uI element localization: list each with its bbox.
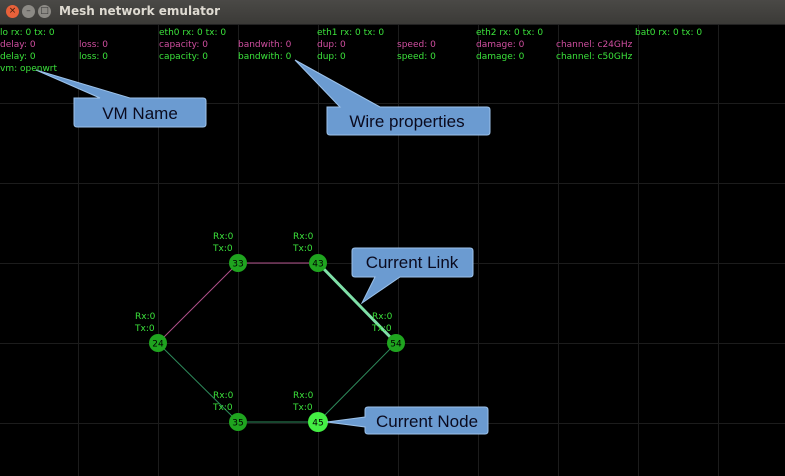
callout-vm-name-text: VM Name <box>102 104 178 123</box>
node-45-current[interactable]: 45 <box>308 412 328 432</box>
callout-vm-name: VM Name <box>35 69 207 128</box>
node-54[interactable]: 54 <box>387 334 405 352</box>
node-33-rx: Rx:0 <box>213 232 234 242</box>
maximize-button[interactable]: □ <box>38 5 51 18</box>
eth1-stats: eth1 rx: 0 tx: 0 <box>317 28 385 38</box>
row2-capacity: capacity: 0 <box>159 52 208 62</box>
row2-channel: channel: c50GHz <box>556 52 633 62</box>
callout-current-link-text: Current Link <box>366 253 459 272</box>
window-title: Mesh network emulator <box>59 4 221 18</box>
row1-channel: channel: c24GHz <box>556 40 633 50</box>
node-33-tx: Tx:0 <box>212 244 233 254</box>
callout-wire-properties-text: Wire properties <box>349 112 464 131</box>
row2-speed: speed: 0 <box>397 52 436 62</box>
row1-speed: speed: 0 <box>397 40 436 50</box>
node-33-label: 33 <box>232 260 243 270</box>
row2-bandwith: bandwith: 0 <box>238 52 292 62</box>
row2-dup: dup: 0 <box>317 52 346 62</box>
eth2-stats: eth2 rx: 0 tx: 0 <box>476 28 544 38</box>
node-54-label: 54 <box>390 340 402 350</box>
vm-name: vm: openwrt <box>0 64 58 74</box>
row1-damage: damage: 0 <box>476 40 525 50</box>
minimize-button[interactable]: – <box>22 5 35 18</box>
node-54-tx: Tx:0 <box>371 324 392 334</box>
row1-loss: loss: 0 <box>79 40 109 50</box>
network-graph[interactable]: Rx:0 Tx:0 Rx:0 Tx:0 Rx:0 Tx:0 Rx:0 Tx:0 … <box>0 25 785 476</box>
node-24-rx: Rx:0 <box>135 312 156 322</box>
bat0-stats: bat0 rx: 0 tx: 0 <box>635 28 703 38</box>
row2-delay: delay: 0 <box>0 52 36 62</box>
callout-current-node: Current Node <box>326 406 489 435</box>
row1-delay: delay: 0 <box>0 40 36 50</box>
node-35-label: 35 <box>232 419 243 429</box>
node-35[interactable]: 35 <box>229 413 247 431</box>
app-window: × – □ Mesh network emulator Rx:0 Tx:0 Rx… <box>0 0 785 476</box>
callout-wire-properties: Wire properties <box>294 59 491 136</box>
node-24[interactable]: 24 <box>149 334 167 352</box>
network-canvas[interactable]: Rx:0 Tx:0 Rx:0 Tx:0 Rx:0 Tx:0 Rx:0 Tx:0 … <box>0 25 785 476</box>
node-45-label: 45 <box>312 419 323 429</box>
node-43-label: 43 <box>312 260 323 270</box>
node-43-rx: Rx:0 <box>293 232 314 242</box>
link-33-24[interactable] <box>157 262 239 344</box>
title-bar: × – □ Mesh network emulator <box>0 0 785 25</box>
node-45-tx: Tx:0 <box>292 403 313 413</box>
node-35-rx: Rx:0 <box>213 391 234 401</box>
node-54-rx: Rx:0 <box>372 312 393 322</box>
close-button[interactable]: × <box>6 5 19 18</box>
callout-current-link: Current Link <box>351 247 474 305</box>
node-35-tx: Tx:0 <box>212 403 233 413</box>
eth0-stats: eth0 rx: 0 tx: 0 <box>159 28 227 38</box>
node-24-label: 24 <box>152 340 164 350</box>
node-33[interactable]: 33 <box>229 254 247 272</box>
row1-bandwith: bandwith: 0 <box>238 40 292 50</box>
lo-stats: lo rx: 0 tx: 0 <box>0 28 55 38</box>
row1-capacity: capacity: 0 <box>159 40 208 50</box>
row1-dup: dup: 0 <box>317 40 346 50</box>
row2-damage: damage: 0 <box>476 52 525 62</box>
callout-current-node-text: Current Node <box>376 412 478 431</box>
row2-loss: loss: 0 <box>79 52 109 62</box>
node-43[interactable]: 43 <box>309 254 327 272</box>
links[interactable] <box>157 261 398 423</box>
node-43-tx: Tx:0 <box>292 244 313 254</box>
node-24-tx: Tx:0 <box>134 324 155 334</box>
node-45-rx: Rx:0 <box>293 391 314 401</box>
